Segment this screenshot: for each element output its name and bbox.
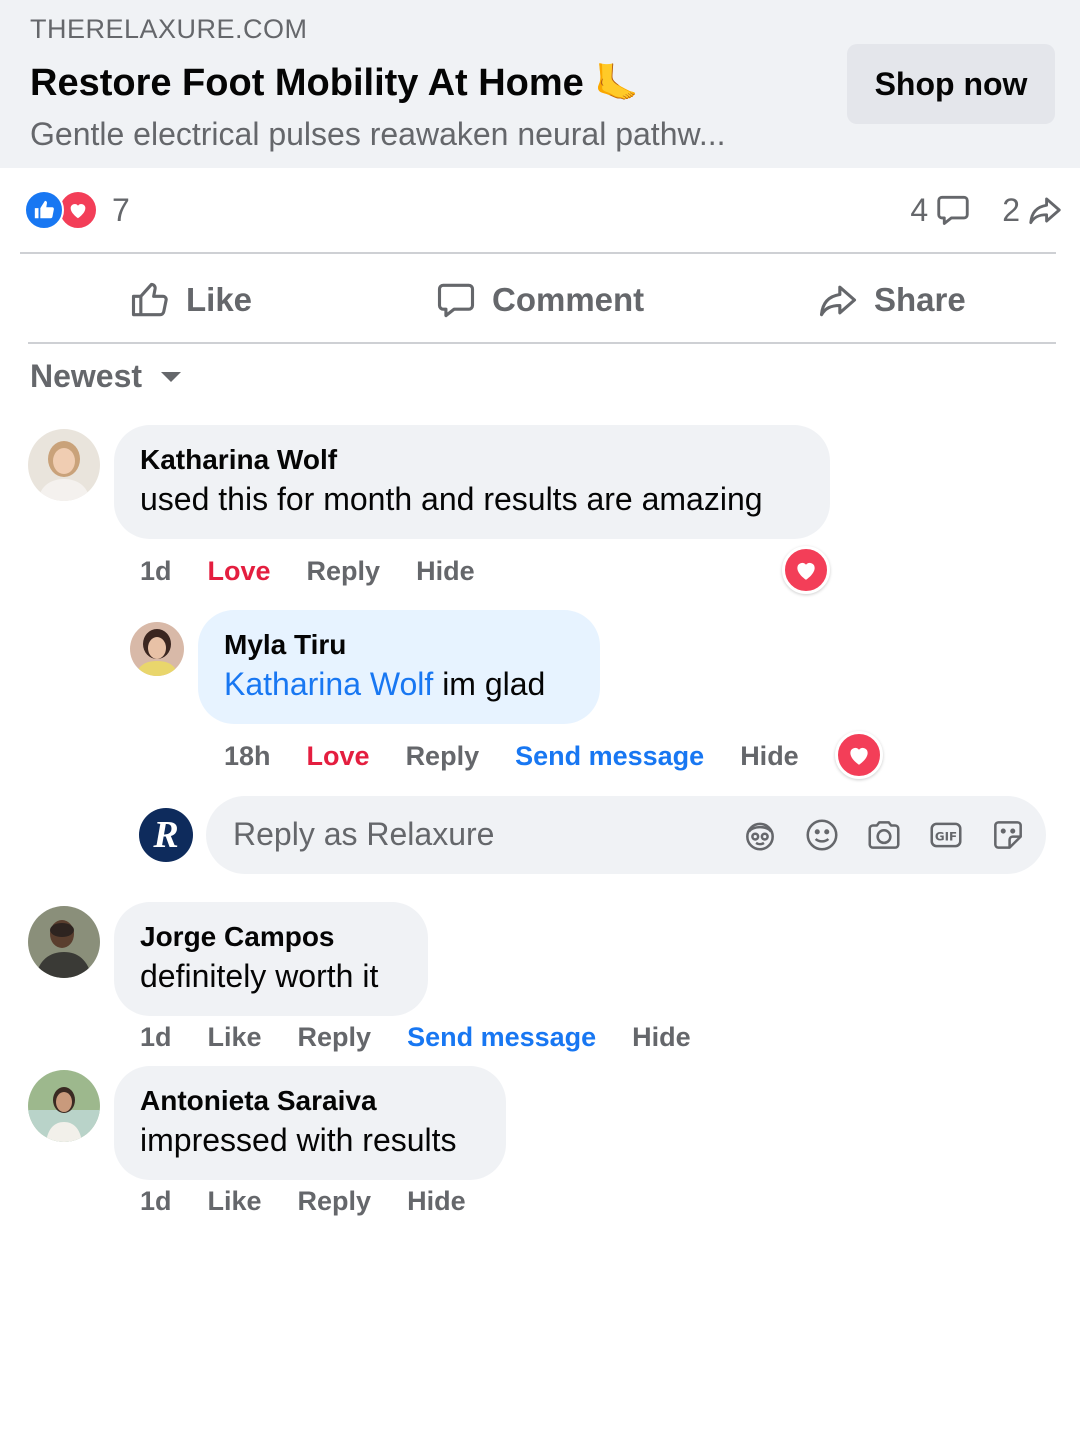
avatar[interactable] xyxy=(130,622,184,676)
ad-domain: THERELAXURE.COM xyxy=(30,14,308,44)
avatar[interactable] xyxy=(28,1070,100,1142)
hide-link[interactable]: Hide xyxy=(740,741,799,772)
comment-actions: 1d Like Reply Send message Hide xyxy=(140,1022,727,1053)
love-link[interactable]: Love xyxy=(208,556,271,587)
comment-bubble: Jorge Campos definitely worth it xyxy=(114,902,428,1016)
foot-emoji: 🦶 xyxy=(594,62,640,103)
comment-author[interactable]: Katharina Wolf xyxy=(140,443,804,477)
hide-link[interactable]: Hide xyxy=(632,1022,691,1053)
like-link[interactable]: Like xyxy=(208,1022,262,1053)
love-reaction-badge-icon[interactable] xyxy=(782,546,830,594)
divider-bottom xyxy=(28,342,1056,344)
like-reaction-icon xyxy=(24,190,64,230)
ad-title-text: Restore Foot Mobility At Home xyxy=(30,62,584,104)
comment-bubble-icon xyxy=(937,195,969,225)
post-stats: 4 2 xyxy=(910,190,1064,230)
comment-icon xyxy=(437,283,475,318)
reply-input[interactable]: Reply as Relaxure GIF xyxy=(206,796,1046,874)
thumbs-up-icon xyxy=(131,282,168,317)
share-count-value: 2 xyxy=(1002,191,1020,228)
divider-top xyxy=(20,252,1056,254)
camera-icon[interactable] xyxy=(864,815,904,855)
comment-count[interactable]: 4 xyxy=(910,191,972,229)
reply-text: im glad xyxy=(433,666,546,702)
reply-link[interactable]: Reply xyxy=(406,741,480,772)
love-reaction-badge-icon[interactable] xyxy=(835,731,883,779)
comment-action-button[interactable]: Comment xyxy=(434,272,644,328)
comment-text: used this for month and results are amaz… xyxy=(140,481,763,517)
caret-down-icon xyxy=(161,371,182,382)
emoji-icon[interactable] xyxy=(802,815,842,855)
comment-author[interactable]: Jorge Campos xyxy=(140,920,402,954)
gif-icon[interactable]: GIF xyxy=(926,815,966,855)
reply-bubble: Myla Tiru Katharina Wolf im glad xyxy=(198,610,600,724)
share-count[interactable]: 2 xyxy=(1002,191,1064,229)
comment-action-label: Comment xyxy=(492,281,645,318)
like-action-label: Like xyxy=(186,281,253,318)
comment-author[interactable]: Antonieta Saraiva xyxy=(140,1084,480,1118)
sticker-icon[interactable] xyxy=(988,815,1028,855)
avatar-sticker-icon[interactable] xyxy=(740,815,780,855)
composer-icons: GIF xyxy=(740,815,1028,855)
share-arrow-icon xyxy=(1029,197,1061,225)
shop-now-button[interactable]: Shop now xyxy=(847,44,1055,124)
reply-link[interactable]: Reply xyxy=(298,1186,372,1217)
hide-link[interactable]: Hide xyxy=(416,556,475,587)
reply-link[interactable]: Reply xyxy=(307,556,381,587)
comment-text: Katharina Wolf im glad xyxy=(224,662,574,706)
reaction-count: 7 xyxy=(112,191,130,228)
comment-time[interactable]: 18h xyxy=(224,741,271,772)
post-card: THERELAXURE.COM Restore Foot Mobility At… xyxy=(0,0,1080,1220)
comment-text: impressed with results xyxy=(140,1122,457,1158)
share-action-button[interactable]: Share xyxy=(816,272,966,328)
love-reaction-icon xyxy=(58,190,98,230)
mention-link[interactable]: Katharina Wolf xyxy=(224,666,433,702)
send-message-link[interactable]: Send message xyxy=(407,1022,596,1053)
comment-actions: 1d Love Reply Hide xyxy=(140,556,511,587)
comment-time[interactable]: 1d xyxy=(140,556,172,587)
comment-actions: 1d Like Reply Hide xyxy=(140,1186,502,1217)
send-message-link[interactable]: Send message xyxy=(515,741,704,772)
like-link[interactable]: Like xyxy=(208,1186,262,1217)
like-action-button[interactable]: Like xyxy=(128,272,252,328)
reply-link[interactable]: Reply xyxy=(298,1022,372,1053)
comment-bubble: Katharina Wolf used this for month and r… xyxy=(114,425,830,539)
page-avatar: R xyxy=(139,808,193,862)
sort-label: Newest xyxy=(30,358,143,394)
comment-author[interactable]: Myla Tiru xyxy=(224,628,574,662)
comment-time[interactable]: 1d xyxy=(140,1022,172,1053)
comment-sort-dropdown[interactable]: Newest xyxy=(30,358,182,395)
comment-text: definitely worth it xyxy=(140,958,379,994)
share-icon xyxy=(819,285,857,317)
share-action-label: Share xyxy=(874,281,966,318)
comment-time[interactable]: 1d xyxy=(140,1186,172,1217)
hide-link[interactable]: Hide xyxy=(407,1186,466,1217)
reaction-summary[interactable]: 7 xyxy=(24,190,130,230)
avatar[interactable] xyxy=(28,429,100,501)
avatar[interactable] xyxy=(28,906,100,978)
comment-count-value: 4 xyxy=(910,191,929,228)
ad-link-preview[interactable]: THERELAXURE.COM Restore Foot Mobility At… xyxy=(0,0,1080,168)
comment-actions: 18h Love Reply Send message Hide xyxy=(224,741,835,772)
comment-bubble: Antonieta Saraiva impressed with results xyxy=(114,1066,506,1180)
love-link[interactable]: Love xyxy=(307,741,370,772)
ad-subtitle: Gentle electrical pulses reawaken neural… xyxy=(30,116,726,152)
svg-text:GIF: GIF xyxy=(935,830,957,844)
ad-title: Restore Foot Mobility At Home 🦶 xyxy=(30,62,639,105)
reply-placeholder: Reply as Relaxure xyxy=(233,816,495,852)
